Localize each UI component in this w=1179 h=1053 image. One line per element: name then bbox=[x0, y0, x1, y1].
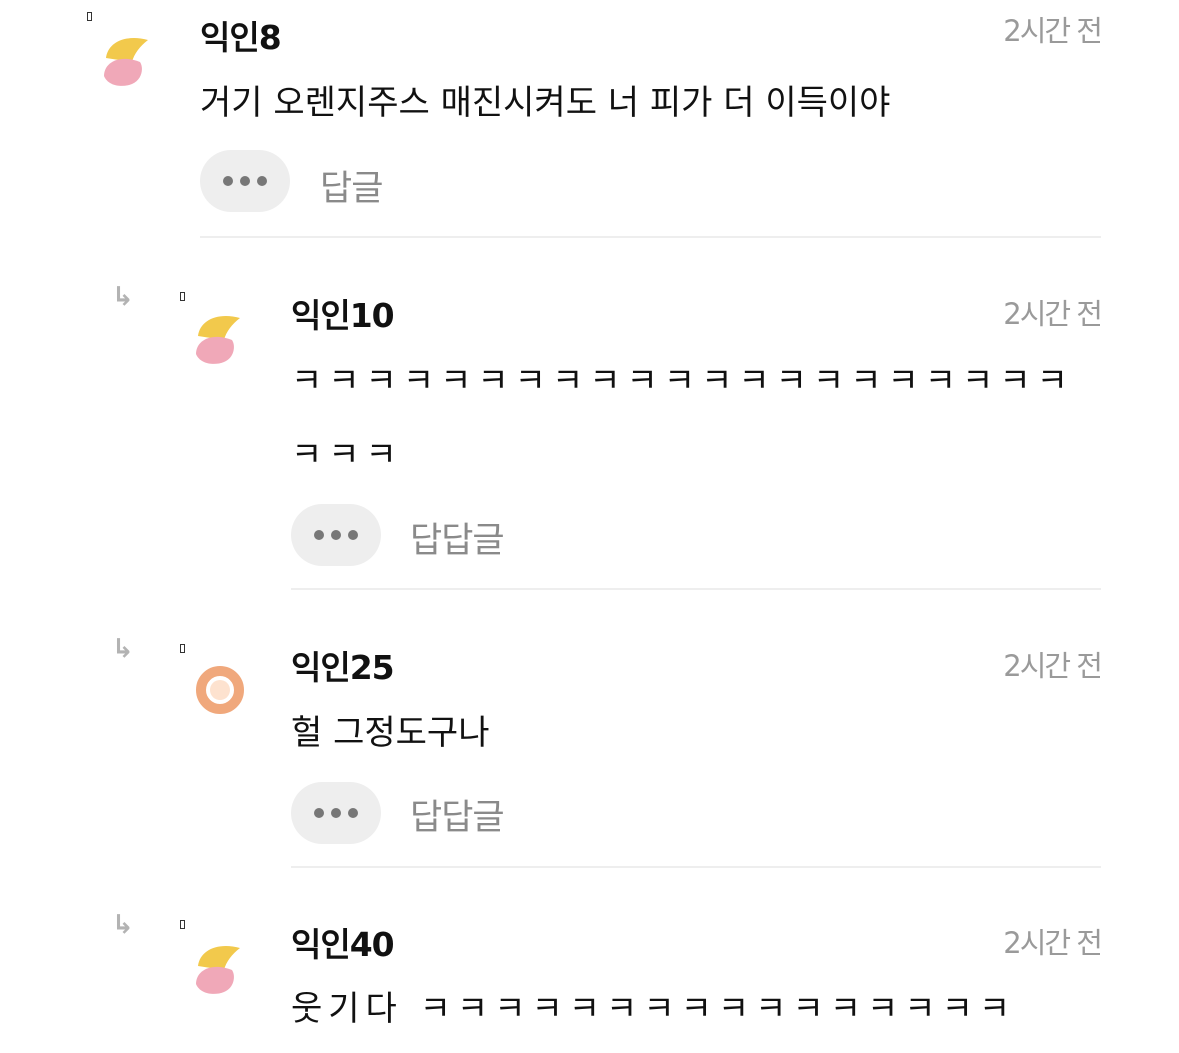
comment-text: 웃기다 ㅋㅋㅋㅋㅋㅋㅋㅋㅋㅋㅋㅋㅋㅋㅋㅋ bbox=[291, 989, 1017, 1029]
reply-comment-item: ↳ 익인40 2시간 전 웃기다 ㅋㅋㅋㅋㅋㅋㅋㅋㅋㅋㅋㅋㅋㅋㅋㅋ bbox=[0, 0, 1179, 1053]
half-moon-avatar-icon bbox=[196, 946, 240, 994]
report-marker-icon bbox=[180, 920, 185, 929]
timestamp: 2시간 전 bbox=[1003, 926, 1103, 960]
reply-arrow-icon: ↳ bbox=[112, 910, 134, 940]
author-name[interactable]: 익인40 bbox=[291, 918, 395, 966]
